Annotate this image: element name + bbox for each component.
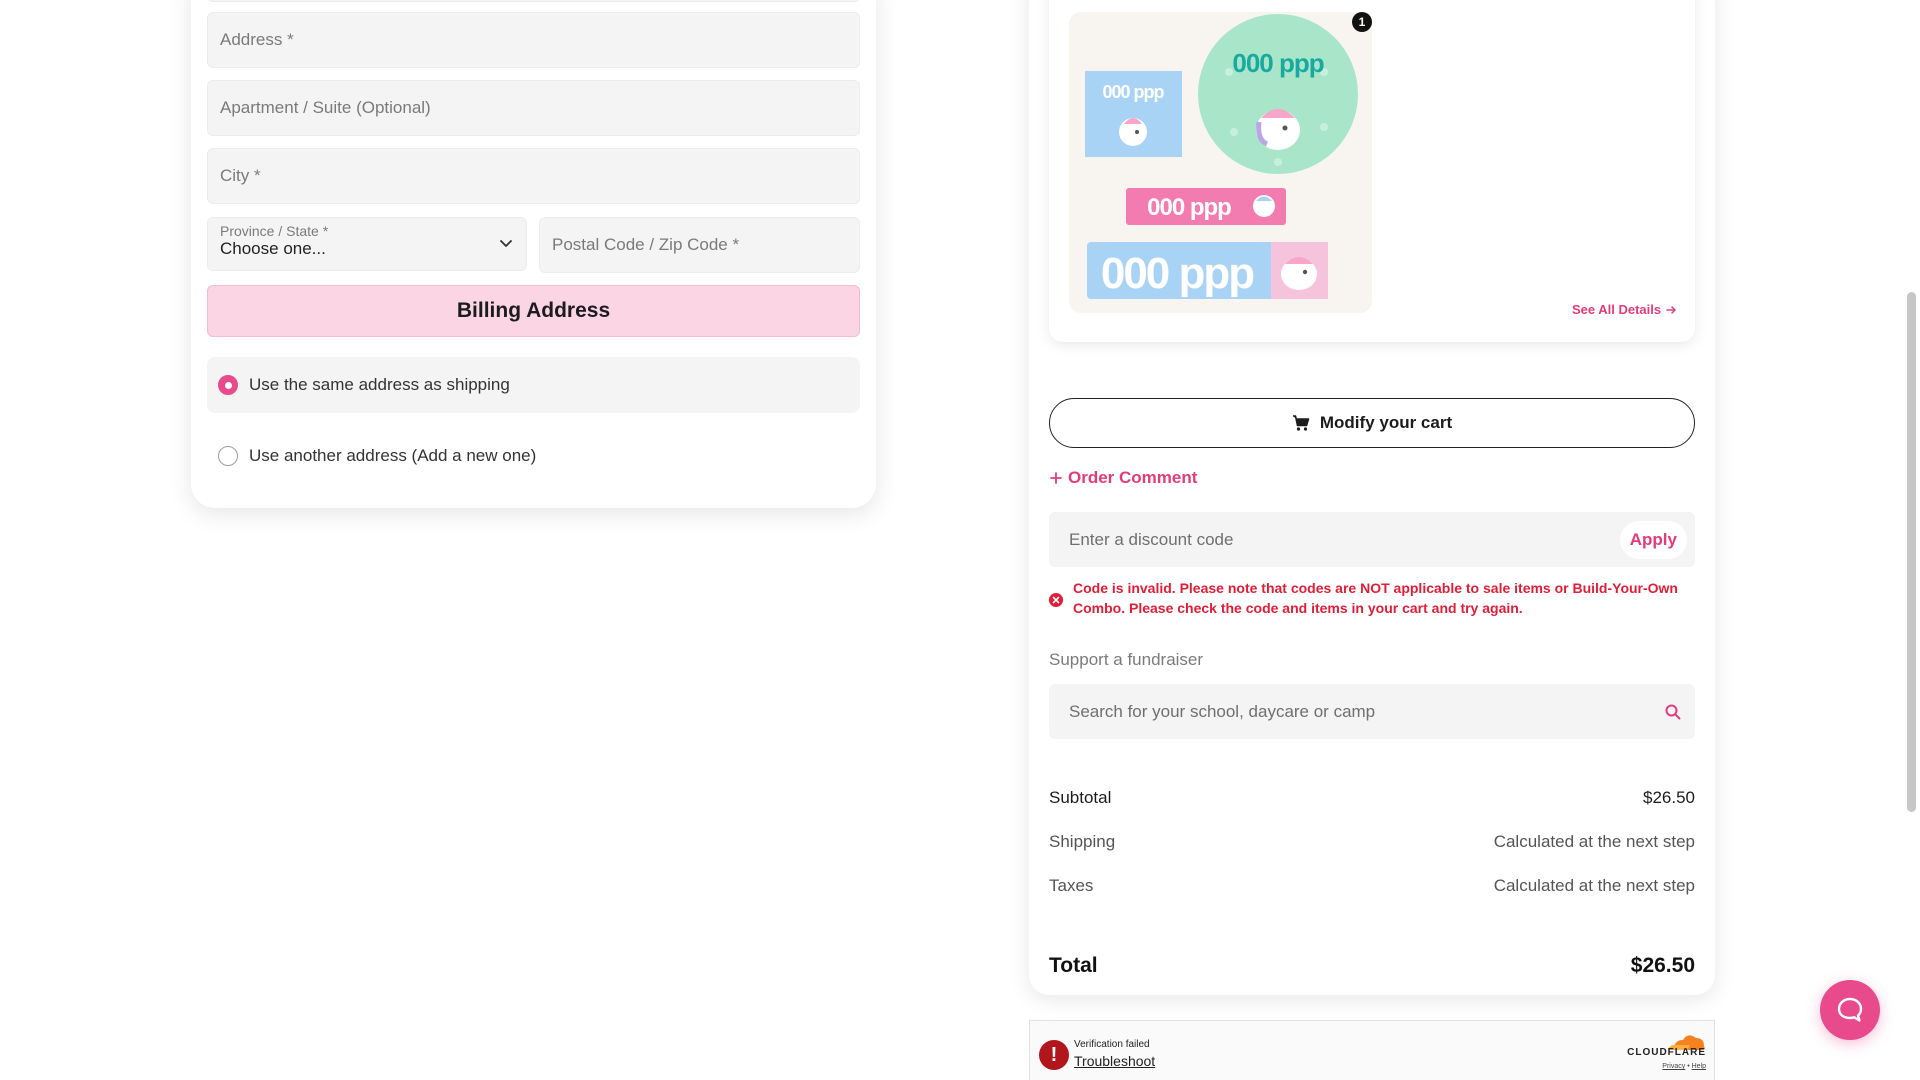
fundraiser-label: Support a fundraiser [1049, 650, 1204, 669]
scrollbar-thumb[interactable] [1907, 292, 1916, 812]
error-circle-icon [1049, 593, 1063, 607]
billing-other-address-option[interactable]: Use another address (Add a new one) [207, 428, 860, 484]
order-comment-toggle[interactable]: Order Comment [1050, 468, 1197, 488]
name-labels-illustration: 000 ppp 000 ppp 000 ppp 000 ppp [1085, 14, 1358, 299]
pink-strip-label-text: 000 ppp [1147, 194, 1231, 221]
discount-error: Code is invalid. Please note that codes … [1049, 578, 1695, 618]
apartment-placeholder: Apartment / Suite (Optional) [220, 98, 431, 117]
cart-quantity-badge: 1 [1352, 12, 1372, 32]
radio-unselected-icon[interactable] [218, 446, 238, 466]
checkout-page: Address * Apartment / Suite (Optional) C… [0, 0, 1920, 1080]
apply-discount-button[interactable]: Apply [1619, 520, 1687, 559]
alert-icon: ! [1039, 1040, 1069, 1070]
billing-option-label: Use the same address as shipping [249, 375, 510, 394]
chevron-down-icon [500, 240, 512, 247]
province-label: Province / State * [220, 223, 329, 239]
cart-icon [1292, 415, 1310, 431]
apartment-field[interactable]: Apartment / Suite (Optional) [207, 80, 860, 136]
previous-field-edge[interactable] [207, 0, 860, 2]
fundraiser-search-input[interactable] [1069, 701, 1665, 722]
taxes-row: Taxes Calculated at the next step [1049, 876, 1695, 896]
subtotal-row: Subtotal $26.50 [1049, 788, 1695, 808]
total-label: Total [1049, 954, 1098, 977]
small-square-label-text: 000 ppp [1102, 82, 1164, 102]
postal-code-placeholder: Postal Code / Zip Code * [552, 235, 740, 254]
shipping-row: Shipping Calculated at the next step [1049, 832, 1695, 852]
billing-address-header: Billing Address [207, 285, 860, 337]
province-select[interactable]: Province / State * Choose one... [207, 217, 527, 271]
total-value: $26.50 [1630, 954, 1695, 977]
address-placeholder: Address * [220, 30, 294, 49]
plus-icon [1050, 472, 1062, 484]
privacy-link[interactable]: Privacy [1662, 1063, 1685, 1070]
fundraiser-search-field [1049, 684, 1695, 739]
billing-option-label: Use another address (Add a new one) [249, 446, 537, 465]
discount-code-field: Apply [1049, 512, 1695, 567]
cloudflare-verification-widget: ! Verification failed Troubleshoot CLOUD… [1029, 1020, 1715, 1080]
search-icon[interactable] [1665, 704, 1681, 720]
chat-icon [1837, 997, 1863, 1022]
discount-code-input[interactable] [1069, 529, 1620, 550]
address-field[interactable]: Address * [207, 12, 860, 68]
taxes-label: Taxes [1049, 876, 1094, 895]
cloudflare-brand: CLOUDFLARE [1627, 1047, 1706, 1058]
product-image: 000 ppp 000 ppp 000 ppp 000 ppp [1069, 12, 1372, 313]
circle-label-text: 000 ppp [1232, 48, 1323, 78]
city-placeholder: City * [220, 166, 261, 185]
see-all-details-label: See All Details [1572, 302, 1662, 317]
modify-cart-label: Modify your cart [1319, 413, 1453, 432]
subtotal-label: Subtotal [1049, 788, 1112, 807]
order-comment-label: Order Comment [1068, 468, 1198, 487]
chat-launcher-button[interactable] [1820, 980, 1880, 1040]
arrow-right-icon [1666, 305, 1676, 314]
subtotal-value: $26.50 [1643, 788, 1695, 807]
see-all-details-link[interactable]: See All Details [1572, 302, 1677, 317]
blue-strip-label-text: 000 ppp [1101, 249, 1254, 298]
billing-same-address-option[interactable]: Use the same address as shipping [207, 357, 860, 413]
verification-status: Verification failed [1074, 1039, 1150, 1050]
discount-error-message: Code is invalid. Please note that codes … [1073, 580, 1678, 616]
province-value: Choose one... [220, 239, 326, 258]
modify-cart-button[interactable]: Modify your cart [1049, 398, 1695, 448]
shipping-value: Calculated at the next step [1493, 832, 1695, 851]
troubleshoot-link[interactable]: Troubleshoot [1074, 1053, 1155, 1069]
help-link[interactable]: Help [1692, 1063, 1706, 1070]
shipping-label: Shipping [1049, 832, 1116, 851]
cloudflare-legal-links: Privacy • Help [1662, 1063, 1706, 1070]
total-row: Total $26.50 [1049, 954, 1695, 978]
postal-code-field[interactable]: Postal Code / Zip Code * [539, 217, 860, 273]
taxes-value: Calculated at the next step [1493, 876, 1695, 895]
city-field[interactable]: City * [207, 148, 860, 204]
radio-selected-icon[interactable] [218, 375, 238, 395]
